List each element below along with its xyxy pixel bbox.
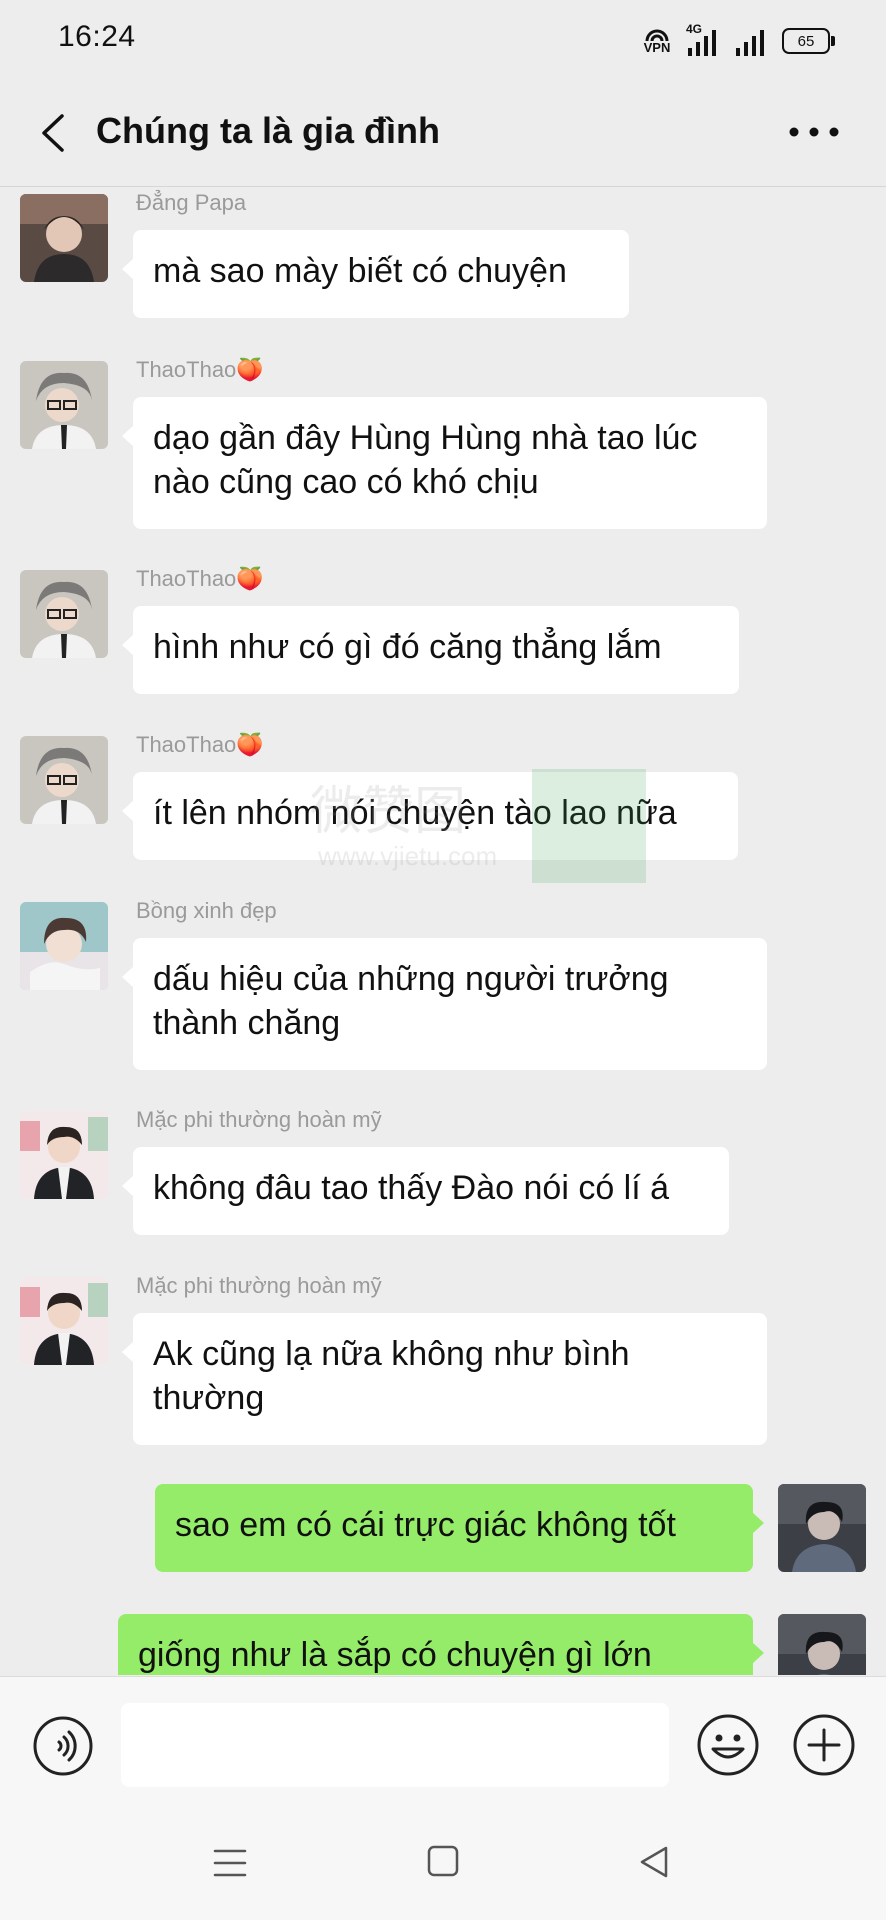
message-bubble[interactable]: Ak cũng lạ nữa không như bình thường bbox=[122, 1313, 767, 1445]
message-bubble-self[interactable]: sao em có cái trực giác không tốt bbox=[155, 1484, 764, 1572]
input-bar bbox=[0, 1676, 886, 1809]
signal-icon bbox=[736, 30, 764, 56]
message-item: ThaoThao🍑 ít lên nhóm nói chuyện tào lao… bbox=[0, 732, 886, 862]
status-icons: VPN 4G 65 bbox=[642, 22, 835, 58]
message-bubble[interactable]: dấu hiệu của những người trưởng thành ch… bbox=[122, 938, 767, 1070]
chat-title: Chúng ta là gia đình bbox=[96, 110, 440, 151]
sender-name: ThaoThao🍑 bbox=[136, 566, 264, 591]
message-item: Mặc phi thường hoàn mỹ không đâu tao thấ… bbox=[0, 1107, 886, 1237]
status-bar: 16:24 VPN 4G 65 bbox=[0, 0, 886, 80]
sender-name: Đẳng Papa bbox=[136, 190, 247, 215]
avatar-self[interactable] bbox=[778, 1614, 866, 1675]
sender-name: Bồng xinh đẹp bbox=[136, 898, 277, 923]
avatar[interactable] bbox=[20, 1111, 108, 1199]
voice-icon[interactable] bbox=[32, 1715, 94, 1777]
vpn-label: VPN bbox=[643, 40, 671, 55]
status-time: 16:24 bbox=[58, 20, 136, 53]
more-dots-icon[interactable] bbox=[788, 120, 840, 144]
battery-level: 65 bbox=[797, 32, 815, 50]
message-list[interactable]: Đẳng Papa mà sao mày biết có chuyện Thao… bbox=[0, 187, 886, 1675]
sender-name: ThaoThao🍑 bbox=[136, 732, 264, 757]
avatar[interactable] bbox=[20, 570, 108, 658]
avatar[interactable] bbox=[20, 194, 108, 282]
message-item-self: giống như là sắp có chuyện gì lớn bbox=[0, 1614, 886, 1675]
home-square-icon[interactable] bbox=[426, 1844, 460, 1878]
avatar[interactable] bbox=[20, 902, 108, 990]
back-triangle-icon[interactable] bbox=[638, 1844, 670, 1880]
message-bubble[interactable]: hình như có gì đó căng thẳng lắm bbox=[122, 606, 739, 694]
message-bubble[interactable]: không đâu tao thấy Đào nói có lí á bbox=[122, 1147, 729, 1235]
message-item-self: sao em có cái trực giác không tốt bbox=[0, 1484, 886, 1580]
vpn-icon: VPN bbox=[642, 28, 672, 54]
system-nav-bar bbox=[0, 1808, 886, 1920]
sender-name: Mặc phi thường hoàn mỹ bbox=[136, 1107, 382, 1132]
message-item: ThaoThao🍑 dạo gần đây Hùng Hùng nhà tao … bbox=[0, 357, 886, 532]
chat-header: Chúng ta là gia đình bbox=[0, 80, 886, 187]
message-bubble[interactable]: ít lên nhóm nói chuyện tào lao nữa bbox=[122, 772, 738, 860]
message-item: ThaoThao🍑 hình như có gì đó căng thẳng l… bbox=[0, 566, 886, 696]
emoji-icon[interactable] bbox=[696, 1713, 760, 1777]
sender-name: ThaoThao🍑 bbox=[136, 357, 264, 382]
message-bubble-self[interactable]: giống như là sắp có chuyện gì lớn bbox=[118, 1614, 764, 1675]
avatar-self[interactable] bbox=[778, 1484, 866, 1572]
message-input[interactable] bbox=[121, 1703, 669, 1787]
avatar[interactable] bbox=[20, 361, 108, 449]
menu-icon[interactable] bbox=[212, 1846, 248, 1880]
message-item: Đẳng Papa mà sao mày biết có chuyện bbox=[0, 190, 886, 320]
chevron-left-icon[interactable] bbox=[34, 110, 74, 156]
message-bubble[interactable]: mà sao mày biết có chuyện bbox=[122, 230, 629, 318]
battery-icon: 65 bbox=[782, 28, 835, 54]
signal-4g-icon: 4G bbox=[686, 22, 720, 56]
message-item: Bồng xinh đẹp dấu hiệu của những người t… bbox=[0, 898, 886, 1073]
message-item: Mặc phi thường hoàn mỹ Ak cũng lạ nữa kh… bbox=[0, 1273, 886, 1448]
plus-icon[interactable] bbox=[792, 1713, 856, 1777]
avatar[interactable] bbox=[20, 736, 108, 824]
message-bubble[interactable]: dạo gần đây Hùng Hùng nhà tao lúc nào cũ… bbox=[122, 397, 767, 529]
sender-name: Mặc phi thường hoàn mỹ bbox=[136, 1273, 382, 1298]
avatar[interactable] bbox=[20, 1277, 108, 1365]
